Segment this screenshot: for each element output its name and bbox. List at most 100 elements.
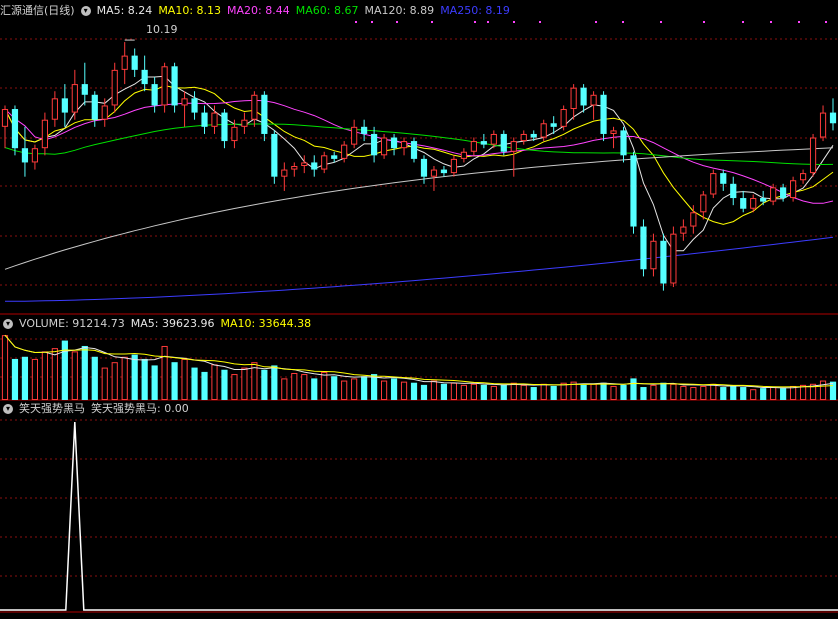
ma20-label: MA20: 8.44: [227, 4, 290, 17]
vol-ma10-line: [4, 334, 834, 388]
event-dot: [513, 21, 515, 23]
candle: [21, 148, 29, 163]
candle: [241, 119, 248, 127]
volume-bar: [301, 374, 308, 400]
volume-bar: [1, 335, 9, 400]
candle: [201, 112, 208, 127]
candle: [41, 119, 48, 149]
volume-bar: [241, 367, 248, 401]
indicator-name: 笑天强势黑马: [19, 402, 85, 415]
volume-bar: [829, 381, 837, 400]
candle: [111, 69, 118, 106]
ma20-line: [4, 99, 834, 204]
stock-title: 汇源通信(日线): [0, 4, 75, 17]
volume-bar: [111, 362, 118, 401]
event-dot: [703, 21, 705, 23]
volume-bar: [121, 356, 128, 401]
candle: [680, 226, 687, 234]
event-dot: [539, 21, 541, 23]
volume-bar: [371, 374, 378, 400]
volume-bar: [321, 371, 328, 401]
candle: [81, 84, 88, 95]
volume-bar: [620, 384, 627, 400]
volume-bar: [31, 358, 39, 401]
candle: [211, 112, 218, 127]
candle: [380, 137, 388, 156]
volume-bar: [710, 383, 717, 400]
volume-bar: [390, 378, 398, 400]
volume-bar: [510, 382, 517, 401]
vol-ma5-label: MA5: 39623.96: [130, 317, 215, 330]
candle: [11, 109, 19, 149]
candle: [730, 183, 737, 199]
candle: [510, 141, 517, 152]
event-dot: [431, 21, 433, 23]
volume-bar: [261, 369, 268, 400]
candle: [301, 162, 308, 167]
candle: [161, 66, 168, 106]
candle: [600, 94, 607, 134]
candle: [131, 55, 138, 70]
candle: [700, 194, 707, 213]
volume-bar: [790, 385, 797, 400]
candle: [610, 130, 617, 134]
chevron-down-icon[interactable]: ▾: [3, 404, 13, 414]
candle: [490, 133, 497, 145]
volume-bar: [191, 367, 198, 400]
candle: [71, 84, 78, 113]
volume-bar: [520, 384, 527, 401]
vol-ma5-line: [4, 334, 834, 389]
candle: [790, 180, 797, 199]
ma60-label: MA60: 8.67: [295, 4, 359, 17]
volume-label: VOLUME: 91214.73: [19, 317, 125, 330]
candle: [121, 55, 128, 70]
ma250-line: [5, 236, 834, 302]
candle: [171, 66, 178, 106]
volume-bar: [470, 383, 477, 400]
ma10-label: MA10: 8.13: [158, 4, 222, 17]
candle: [51, 98, 58, 120]
volume-bar: [490, 385, 497, 400]
volume-header: ▾ VOLUME: 91214.73 MA5: 39623.96 MA10: 3364…: [0, 316, 317, 332]
candle: [61, 98, 68, 113]
volume-bar: [460, 384, 467, 401]
volume-bar: [799, 384, 807, 401]
volume-bar: [231, 374, 238, 400]
event-dot: [595, 21, 597, 23]
candle: [560, 109, 567, 127]
candle: [470, 141, 477, 152]
volume-bar: [161, 345, 168, 400]
candle: [420, 158, 428, 177]
event-dot: [770, 21, 772, 23]
volume-bar: [770, 387, 777, 400]
candle: [221, 112, 228, 142]
candle: [740, 198, 747, 209]
chevron-down-icon[interactable]: ▾: [80, 6, 91, 16]
ma5-line: [4, 75, 834, 252]
candle: [331, 155, 338, 159]
volume-bar: [700, 385, 707, 400]
candle: [361, 126, 368, 134]
candle: [809, 137, 817, 174]
price-header: 汇源通信(日线) ▾ MA5: 8.24 MA10: 8.13 MA20: 8.44 MA…: [0, 3, 516, 19]
volume-bar: [640, 387, 647, 400]
candle: [141, 69, 148, 85]
candle: [231, 126, 238, 142]
candle: [181, 98, 188, 106]
volume-bar: [650, 384, 657, 401]
volume-bar: [550, 385, 557, 400]
volume-bar: [430, 380, 438, 401]
volume-bar: [760, 388, 767, 400]
candle: [670, 233, 677, 284]
volume-bar: [540, 383, 547, 400]
candle: [480, 141, 487, 145]
volume-bar: [380, 380, 388, 401]
candle: [710, 173, 717, 195]
candle: [371, 133, 378, 156]
candle: [650, 240, 657, 270]
volume-bar: [351, 378, 358, 400]
chevron-down-icon[interactable]: ▾: [3, 319, 13, 329]
candle: [819, 112, 827, 138]
candle: [540, 123, 547, 138]
candle: [500, 133, 507, 152]
